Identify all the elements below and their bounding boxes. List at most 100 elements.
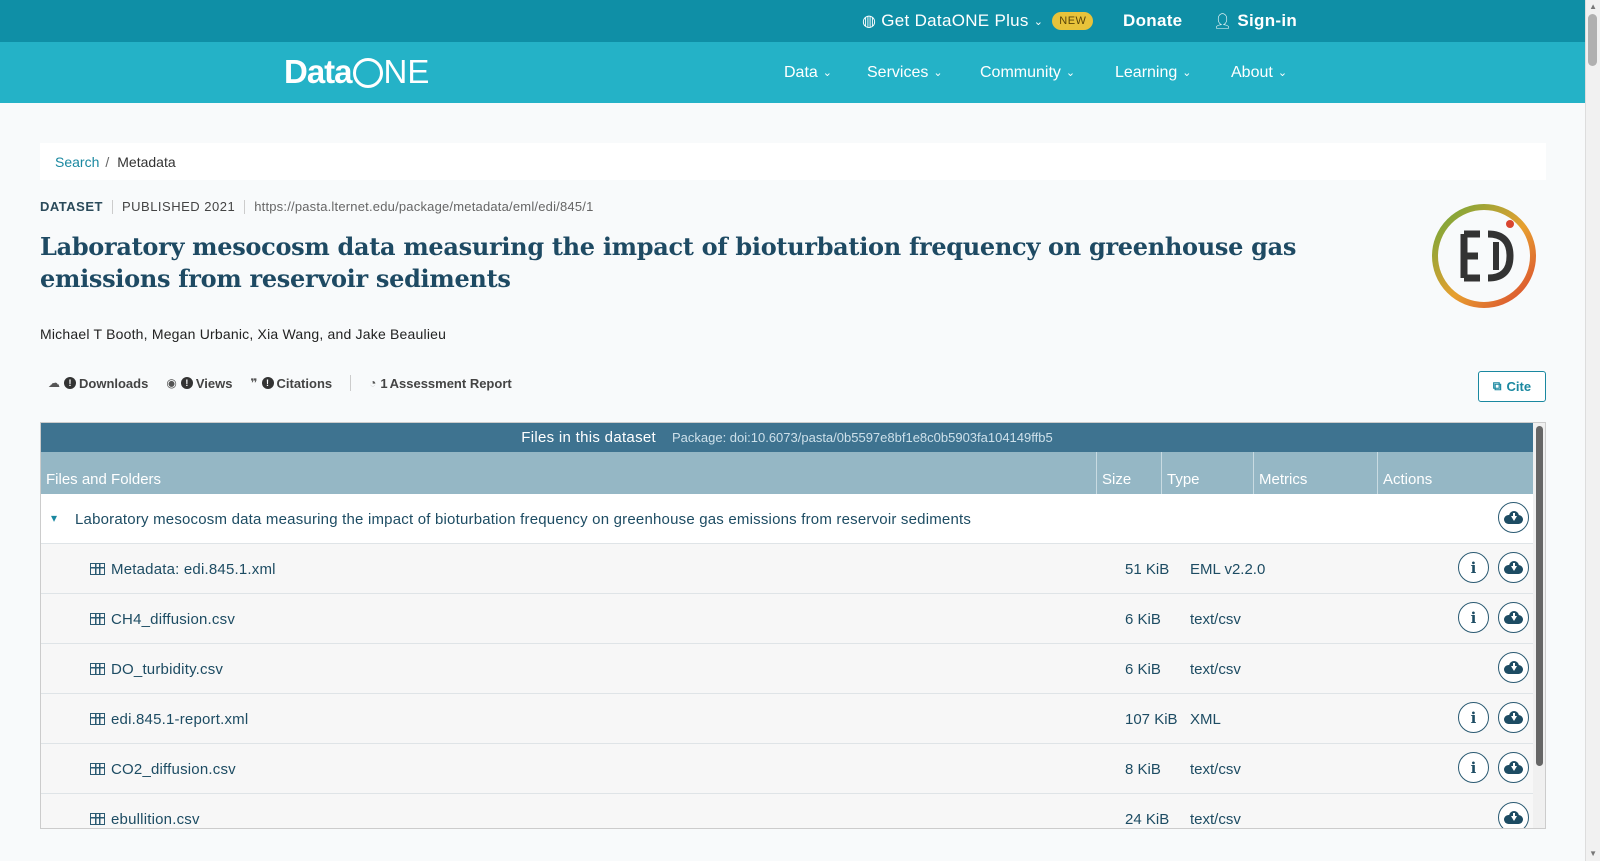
breadcrumb-current: Metadata bbox=[117, 153, 176, 170]
scroll-down-icon[interactable]: ▼ bbox=[1589, 849, 1597, 858]
col-metrics: Metrics bbox=[1254, 452, 1378, 494]
downloads-metric[interactable]: ☁ ! Downloads bbox=[48, 376, 148, 391]
table-row: ebullition.csv 24 KiB text/csv bbox=[41, 794, 1533, 828]
nav-about[interactable]: About ⌄ bbox=[1231, 42, 1287, 103]
cloud-download-icon bbox=[1504, 761, 1523, 774]
col-size: Size bbox=[1097, 452, 1162, 494]
file-name: CH4_diffusion.csv bbox=[111, 610, 236, 628]
info-icon: i bbox=[1470, 708, 1477, 727]
info-button[interactable]: i bbox=[1458, 552, 1489, 583]
info-icon: i bbox=[1470, 758, 1477, 777]
new-badge: NEW bbox=[1052, 12, 1094, 30]
file-name: ebullition.csv bbox=[111, 810, 200, 828]
table-icon bbox=[90, 613, 105, 625]
file-size: 6 KiB bbox=[1125, 660, 1161, 678]
divider bbox=[244, 199, 246, 214]
logo-text-data: Data bbox=[284, 53, 353, 90]
table-icon bbox=[90, 763, 105, 775]
file-type: text/csv bbox=[1190, 660, 1241, 678]
table-row: DO_turbidity.csv 6 KiB text/csv bbox=[41, 644, 1533, 694]
page-scrollbar-thumb[interactable] bbox=[1588, 14, 1597, 66]
cloud-download-icon bbox=[1504, 561, 1523, 574]
utility-bar: ◍ Get DataONE Plus ⌄ NEW Donate 👤︎ Sign-… bbox=[0, 0, 1585, 42]
get-dataone-plus-menu[interactable]: ◍ Get DataONE Plus ⌄ NEW bbox=[862, 0, 1094, 42]
divider bbox=[350, 375, 352, 391]
file-name-link[interactable]: edi.845.1-report.xml bbox=[90, 694, 248, 744]
chevron-down-icon: ⌄ bbox=[1033, 15, 1044, 28]
info-button[interactable]: i bbox=[1458, 602, 1489, 633]
dataset-meta-line: DATASET PUBLISHED 2021 https://pasta.lte… bbox=[40, 199, 594, 214]
table-icon bbox=[90, 563, 105, 575]
nav-services-label: Services bbox=[867, 63, 929, 81]
file-name: edi.845.1-report.xml bbox=[111, 710, 249, 728]
file-size: 8 KiB bbox=[1125, 760, 1161, 778]
caret-down-icon[interactable]: ▾ bbox=[51, 511, 57, 525]
exclamation-icon: ! bbox=[261, 377, 274, 389]
dashboard-icon: ◔ bbox=[369, 376, 377, 390]
downloads-label: Downloads bbox=[79, 375, 149, 391]
download-button[interactable] bbox=[1498, 602, 1529, 633]
download-all-button[interactable] bbox=[1498, 502, 1529, 533]
download-button[interactable] bbox=[1498, 702, 1529, 733]
breadcrumb-search-link[interactable]: Search bbox=[55, 154, 99, 170]
info-icon: i bbox=[1470, 558, 1477, 577]
download-button[interactable] bbox=[1498, 802, 1529, 828]
files-scrollbar[interactable] bbox=[1533, 423, 1545, 828]
nav-services[interactable]: Services ⌄ bbox=[867, 42, 943, 103]
dataset-type-label: DATASET bbox=[40, 199, 103, 214]
scroll-up-icon[interactable]: ▲ bbox=[1589, 2, 1597, 11]
nav-data[interactable]: Data ⌄ bbox=[784, 42, 832, 103]
assessment-count: 1 bbox=[380, 375, 388, 391]
col-actions: Actions bbox=[1383, 471, 1433, 488]
views-metric[interactable]: ◉ ! Views bbox=[166, 376, 232, 391]
table-row: CO2_diffusion.csv 8 KiB text/csv i bbox=[41, 744, 1533, 794]
table-row: Metadata: edi.845.1.xml 51 KiB EML v2.2.0 i bbox=[41, 544, 1533, 594]
published-year: PUBLISHED 2021 bbox=[121, 199, 236, 214]
file-name-link[interactable]: DO_turbidity.csv bbox=[90, 644, 223, 694]
file-name-link[interactable]: CO2_diffusion.csv bbox=[90, 744, 236, 794]
exclamation-icon: ! bbox=[64, 377, 76, 389]
download-button[interactable] bbox=[1498, 552, 1529, 583]
chevron-down-icon: ⌄ bbox=[822, 67, 833, 79]
info-button[interactable]: i bbox=[1458, 702, 1489, 733]
table-row: CH4_diffusion.csv 6 KiB text/csv i bbox=[41, 594, 1533, 644]
table-row: edi.845.1-report.xml 107 KiB XML i bbox=[41, 694, 1533, 744]
info-button[interactable]: i bbox=[1458, 752, 1489, 783]
file-name-link[interactable]: ebullition.csv bbox=[90, 794, 200, 828]
files-scrollbar-thumb[interactable] bbox=[1536, 426, 1543, 766]
nav-about-label: About bbox=[1231, 63, 1273, 81]
download-button[interactable] bbox=[1498, 652, 1529, 683]
donate-link[interactable]: Donate bbox=[1123, 0, 1182, 42]
file-type: text/csv bbox=[1190, 810, 1241, 828]
page-scrollbar[interactable]: ▲ ▼ bbox=[1585, 0, 1600, 861]
nav-community-label: Community bbox=[980, 63, 1061, 81]
column-headers: Files and Folders Size Type Metrics Acti… bbox=[41, 452, 1533, 494]
table-icon bbox=[90, 713, 105, 725]
exclamation-icon: ! bbox=[180, 377, 193, 389]
root-folder-name[interactable]: Laboratory mesocosm data measuring the i… bbox=[75, 494, 971, 544]
quote-icon: ❞ bbox=[250, 376, 258, 390]
nav-learning[interactable]: Learning ⌄ bbox=[1115, 42, 1192, 103]
cite-button[interactable]: ⧉ Cite bbox=[1478, 371, 1546, 402]
eye-icon: ◉ bbox=[166, 376, 177, 390]
file-name-link[interactable]: CH4_diffusion.csv bbox=[90, 594, 235, 644]
dataset-url[interactable]: https://pasta.lternet.edu/package/metada… bbox=[254, 199, 593, 214]
views-label: Views bbox=[195, 375, 233, 391]
cloud-download-icon bbox=[1504, 611, 1523, 624]
download-button[interactable] bbox=[1498, 752, 1529, 783]
file-size: 6 KiB bbox=[1125, 610, 1161, 628]
nav-community[interactable]: Community ⌄ bbox=[980, 42, 1075, 103]
sign-in-link[interactable]: 👤︎ Sign-in bbox=[1213, 0, 1297, 42]
get-dataone-plus-label: Get DataONE Plus bbox=[881, 11, 1029, 30]
dataone-logo[interactable]: Data NE bbox=[284, 53, 429, 90]
assessment-report-link[interactable]: ◔ 1 Assessment Report bbox=[369, 376, 512, 391]
copy-icon: ⧉ bbox=[1492, 379, 1502, 393]
files-heading: Files in this dataset bbox=[521, 429, 656, 446]
main-navbar: Data NE Data ⌄ Services ⌄ Community ⌄ Learn… bbox=[0, 42, 1585, 103]
file-name-link[interactable]: Metadata: edi.845.1.xml bbox=[90, 544, 276, 594]
cloud-download-icon: ☁ bbox=[48, 376, 60, 390]
file-size: 51 KiB bbox=[1125, 560, 1170, 578]
citations-metric[interactable]: ❞ ! Citations bbox=[250, 376, 332, 391]
cloud-download-icon bbox=[1504, 711, 1523, 724]
file-type: XML bbox=[1190, 710, 1221, 728]
